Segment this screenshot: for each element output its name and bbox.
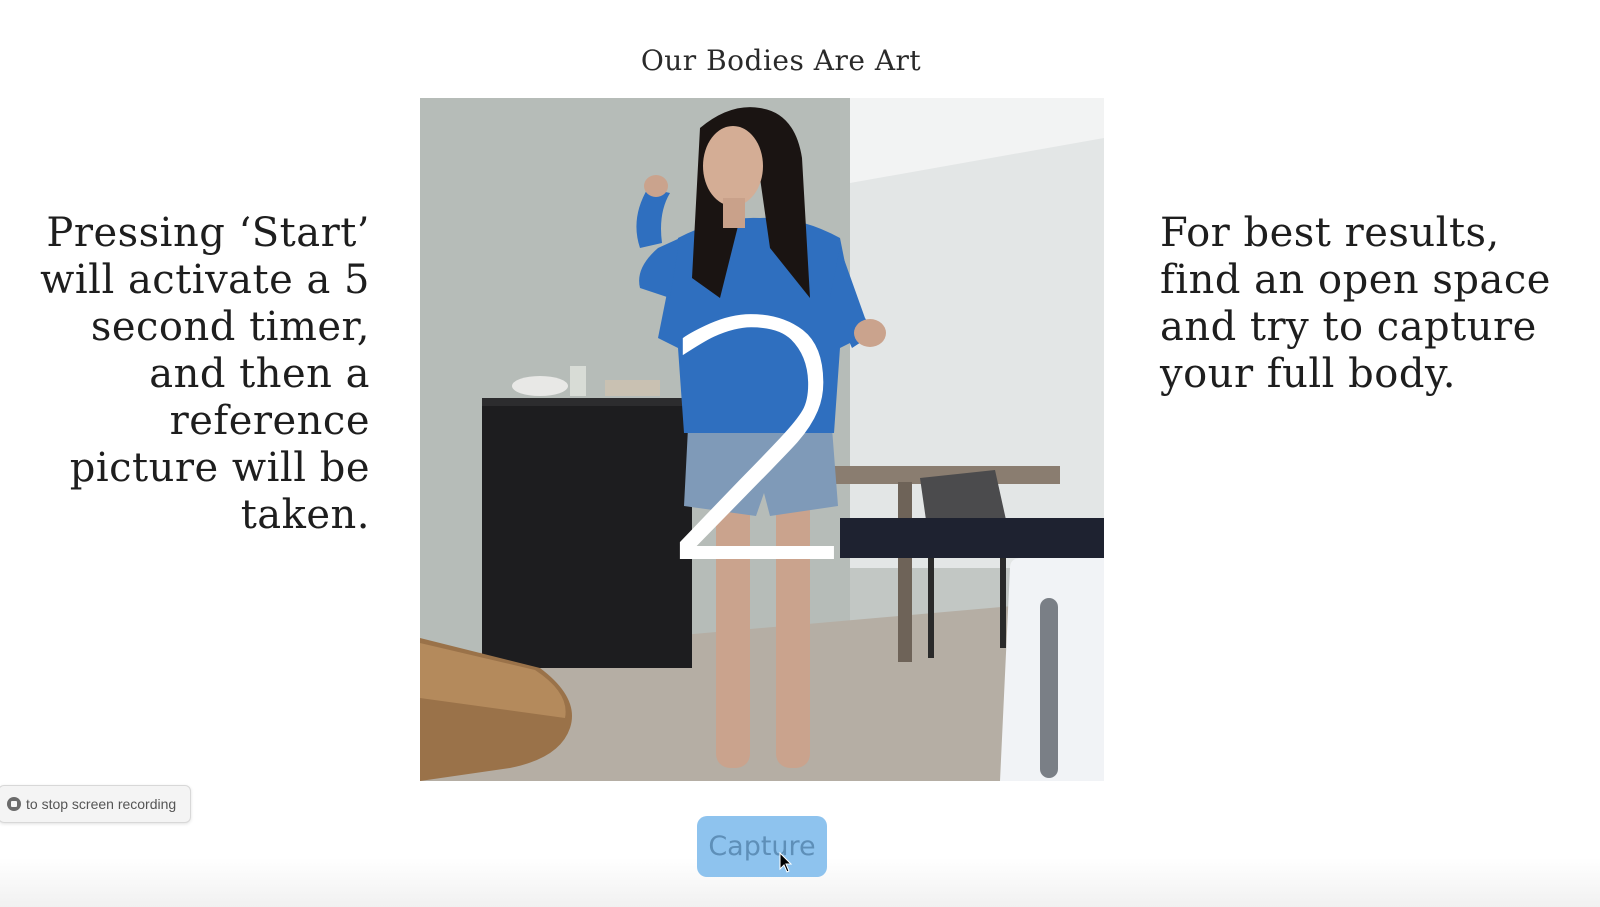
camera-feed-image [420, 98, 1104, 781]
stop-recording-toast[interactable]: to stop screen recording [0, 785, 192, 823]
camera-preview: 2 [420, 98, 1104, 781]
tips-text: For best results, find an open space and… [1160, 210, 1551, 397]
stop-recording-text: to stop screen recording [26, 796, 177, 812]
capture-button[interactable]: Capture [697, 816, 827, 877]
stop-recording-icon [7, 797, 21, 811]
start-instructions: Pressing ‘Start’ will activate a 5 secon… [40, 210, 370, 538]
mouse-cursor-icon [779, 852, 793, 873]
page-title: Our Bodies Are Art [640, 44, 922, 77]
